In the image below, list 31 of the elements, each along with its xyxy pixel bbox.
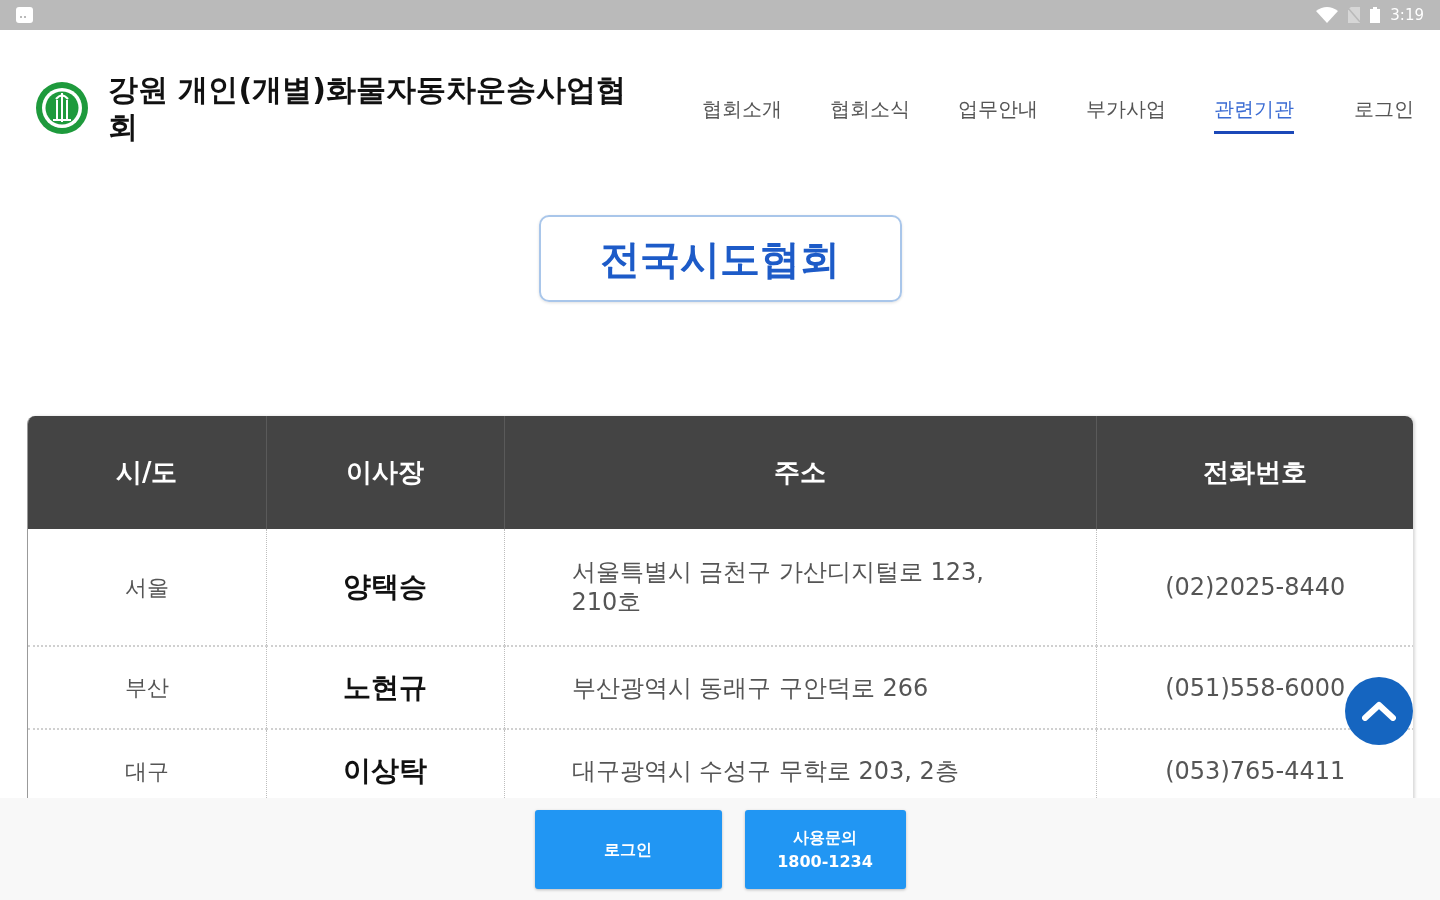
nav-link[interactable]: 협회소개 <box>702 82 782 134</box>
nav-link[interactable]: 협회소식 <box>830 82 910 134</box>
phone-cell: (053)765-4411 <box>1165 757 1346 785</box>
region-cell: 서울 <box>124 574 169 600</box>
address-cell-text: 대구광역시 수성구 무학로 203, 2층 <box>571 756 960 786</box>
site-title: 강원 개인(개별)화물자동차운송사업협회 <box>108 71 627 145</box>
phone-cell: (02)2025-8440 <box>1165 573 1346 601</box>
column-header: 시/도 <box>28 416 266 529</box>
status-time: 3:19 <box>1390 4 1424 26</box>
address-cell-text: 서울특별시 금천구 가산디지털로 123, 210호 <box>571 557 985 617</box>
chairman-cell: 이상탁 <box>343 754 427 787</box>
chevron-up-icon <box>1362 701 1396 721</box>
logo-icon <box>36 82 88 134</box>
column-header: 이사장 <box>266 416 504 529</box>
page-title: 전국시도협회 <box>538 215 902 302</box>
column-header: 주소 <box>504 416 1096 529</box>
chairman-cell: 노현규 <box>343 670 427 704</box>
nav-link[interactable]: 부가사업 <box>1086 82 1166 134</box>
region-cell: 대구 <box>124 758 169 784</box>
chairman-cell: 양택승 <box>343 570 427 603</box>
column-header: 전화번호 <box>1096 416 1413 529</box>
phone-cell: (051)558-6000 <box>1165 673 1346 702</box>
notification-icon <box>16 7 33 23</box>
wifi-icon <box>1316 7 1339 23</box>
address-cell-text: 부산광역시 동래구 구안덕로 266 <box>571 672 930 703</box>
region-cell: 부산 <box>124 675 169 700</box>
nav-link[interactable]: 관련기관 <box>1214 82 1294 134</box>
nav-link[interactable]: 로그인 <box>1354 82 1414 134</box>
battery-icon <box>1370 7 1381 23</box>
no-sim-icon <box>1348 7 1361 23</box>
nav-link[interactable]: 업무안내 <box>958 82 1038 134</box>
